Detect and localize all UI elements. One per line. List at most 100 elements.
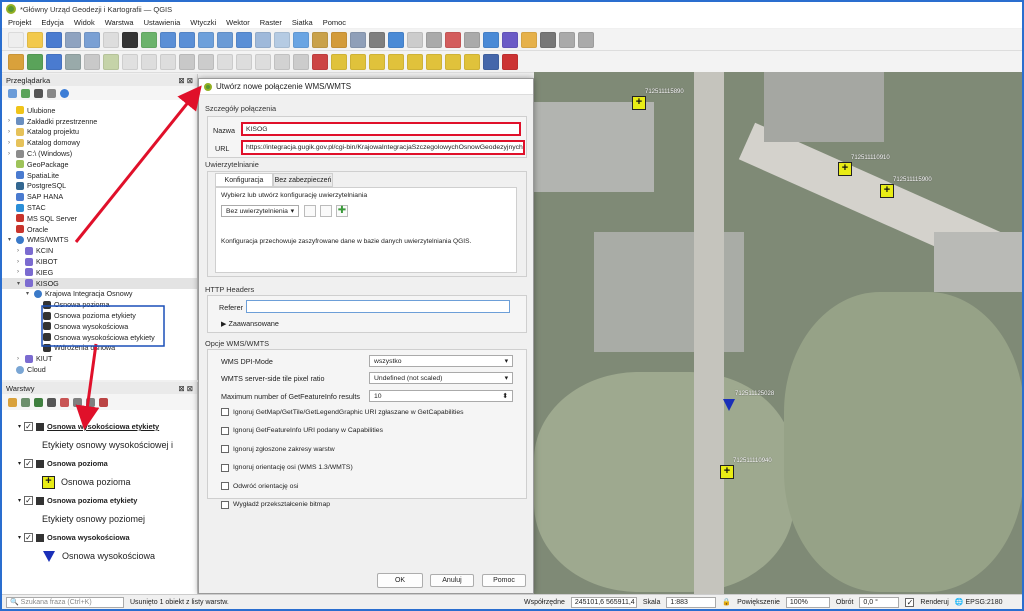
- add-selected-icon[interactable]: [8, 88, 17, 98]
- edit-tool-icon-22[interactable]: [426, 53, 442, 70]
- main-tool-icon-22[interactable]: [426, 31, 442, 48]
- chevron-right-icon[interactable]: ›: [8, 140, 16, 146]
- edit-tool-icon-24[interactable]: [464, 53, 480, 70]
- menu-widok[interactable]: Widok: [74, 18, 95, 27]
- chevron-right-icon[interactable]: ›: [8, 151, 16, 157]
- tile-ratio-combo[interactable]: Undefined (not scaled) ▾: [369, 372, 513, 384]
- main-tool-icon-10[interactable]: [198, 31, 214, 48]
- chevron-down-icon[interactable]: ▾: [18, 497, 21, 504]
- chevron-right-icon[interactable]: ›: [17, 259, 25, 265]
- menu-ustawienia[interactable]: Ustawienia: [144, 18, 181, 27]
- edit-tool-icon-13[interactable]: [255, 53, 271, 70]
- option-checkbox[interactable]: Ignoruj zgłoszone zakresy warstw: [221, 445, 335, 453]
- edit-tool-icon-12[interactable]: [236, 53, 252, 70]
- panel-close-icon[interactable]: ⊠ ⊠: [178, 76, 193, 85]
- browser-item[interactable]: MS SQL Server: [2, 213, 197, 224]
- menu-raster[interactable]: Raster: [260, 18, 282, 27]
- main-tool-icon-9[interactable]: [179, 31, 195, 48]
- chevron-down-icon[interactable]: ▾: [8, 236, 16, 243]
- browser-item[interactable]: › Zakładki przestrzenne: [2, 116, 197, 127]
- browser-item[interactable]: › KIBOT: [2, 256, 197, 267]
- collapse-all-icon[interactable]: [86, 397, 95, 407]
- layer-visibility-checkbox[interactable]: ✓: [24, 459, 34, 468]
- main-tool-icon-5[interactable]: [103, 31, 119, 48]
- browser-item[interactable]: Wdrożenia osnowa: [2, 343, 197, 354]
- main-tool-icon-6[interactable]: [122, 31, 138, 48]
- main-tool-icon-15[interactable]: [293, 31, 309, 48]
- layer-row[interactable]: ▾ ✓ Osnowa pozioma: [2, 457, 197, 470]
- edit-tool-icon-21[interactable]: [407, 53, 423, 70]
- properties-icon[interactable]: [60, 88, 69, 98]
- add-auth-icon[interactable]: ✚: [336, 205, 348, 217]
- option-checkbox[interactable]: Odwróć orientację osi: [221, 482, 298, 490]
- filter-icon[interactable]: [47, 397, 56, 407]
- edit-tool-icon-18[interactable]: [350, 53, 366, 70]
- browser-item[interactable]: GeoPackage: [2, 159, 197, 170]
- main-tool-icon-13[interactable]: [255, 31, 271, 48]
- layer-visibility-checkbox[interactable]: ✓: [24, 533, 34, 542]
- chevron-right-icon[interactable]: ›: [8, 118, 16, 124]
- browser-item[interactable]: › Katalog domowy: [2, 137, 197, 148]
- main-tool-icon-4[interactable]: [84, 31, 100, 48]
- advanced-toggle[interactable]: ▶ Zaawansowane: [221, 319, 279, 328]
- menu-siatka[interactable]: Siatka: [292, 18, 313, 27]
- browser-item[interactable]: ▾ WMS/WMTS: [2, 235, 197, 246]
- filter-expression-icon[interactable]: [60, 397, 69, 407]
- help-button[interactable]: Pomoc: [482, 574, 526, 587]
- rotation-field[interactable]: 0,0 °: [859, 596, 900, 608]
- main-tool-icon-0[interactable]: [8, 31, 24, 48]
- edit-tool-icon-4[interactable]: [84, 53, 100, 70]
- main-tool-icon-27[interactable]: [521, 31, 537, 48]
- checkbox-box[interactable]: [221, 500, 229, 509]
- layer-visibility-checkbox[interactable]: ✓: [24, 496, 34, 505]
- control-point-square-icon[interactable]: +: [880, 184, 894, 198]
- chevron-right-icon[interactable]: ›: [8, 129, 16, 135]
- edit-tool-icon-5[interactable]: [103, 53, 119, 70]
- edit-tool-icon-25[interactable]: [483, 53, 499, 70]
- chevron-down-icon[interactable]: ▾: [26, 290, 34, 297]
- main-tool-icon-26[interactable]: [502, 31, 518, 48]
- filter-icon[interactable]: [34, 88, 43, 98]
- control-point-triangle-icon[interactable]: [722, 398, 736, 414]
- edit-tool-icon-3[interactable]: [65, 53, 81, 70]
- referer-field[interactable]: [246, 300, 510, 313]
- main-tool-icon-19[interactable]: [369, 31, 385, 48]
- edit-tool-icon-9[interactable]: [179, 53, 195, 70]
- browser-item[interactable]: › KIEG: [2, 267, 197, 278]
- main-tool-icon-25[interactable]: [483, 31, 499, 48]
- edit-tool-icon-19[interactable]: [369, 53, 385, 70]
- checkbox-box[interactable]: [221, 426, 229, 435]
- scale-field[interactable]: 1:883: [666, 596, 717, 608]
- edit-tool-icon-20[interactable]: [388, 53, 404, 70]
- browser-item[interactable]: Osnowa pozioma: [2, 299, 197, 310]
- browser-item[interactable]: Osnowa pozioma etykiety: [2, 310, 197, 321]
- main-tool-icon-12[interactable]: [236, 31, 252, 48]
- browser-item[interactable]: ▾ KISOG: [2, 277, 197, 289]
- chevron-down-icon[interactable]: ▾: [18, 534, 21, 541]
- magnifier-field[interactable]: 100%: [785, 596, 830, 608]
- main-tool-icon-29[interactable]: [559, 31, 575, 48]
- menu-projekt[interactable]: Projekt: [8, 18, 31, 27]
- main-tool-icon-1[interactable]: [27, 31, 43, 48]
- remove-auth-icon[interactable]: [320, 205, 332, 217]
- option-checkbox[interactable]: Wygładź przekształcenie bitmap: [221, 500, 330, 509]
- lock-icon[interactable]: 🔒: [722, 598, 731, 606]
- checkbox-box[interactable]: [221, 463, 229, 472]
- locator-search-input[interactable]: 🔍 Szukana fraza (Ctrl+K): [6, 596, 124, 608]
- main-tool-icon-2[interactable]: [46, 31, 62, 48]
- edit-tool-icon-7[interactable]: [141, 53, 157, 70]
- browser-item[interactable]: Ulubione: [2, 105, 197, 116]
- edit-tool-icon-6[interactable]: [122, 53, 138, 70]
- chevron-down-icon[interactable]: ▾: [18, 460, 21, 467]
- edit-tool-icon-16[interactable]: [312, 53, 328, 70]
- edit-tool-icon-0[interactable]: [8, 53, 24, 70]
- checkbox-box[interactable]: [221, 445, 229, 453]
- chevron-down-icon[interactable]: ▾: [17, 280, 25, 287]
- browser-item[interactable]: ▾ Krajowa Integracja Osnowy: [2, 289, 197, 300]
- option-checkbox[interactable]: Ignoruj orientację osi (WMS 1.3/WMTS): [221, 463, 353, 472]
- add-group-icon[interactable]: [21, 397, 30, 407]
- edit-tool-icon-17[interactable]: [331, 53, 347, 70]
- url-field[interactable]: https://integracja.gugik.gov.pl/cgi-bin/…: [241, 140, 525, 155]
- edit-tool-icon-26[interactable]: [502, 53, 518, 70]
- browser-item[interactable]: Oracle: [2, 224, 197, 235]
